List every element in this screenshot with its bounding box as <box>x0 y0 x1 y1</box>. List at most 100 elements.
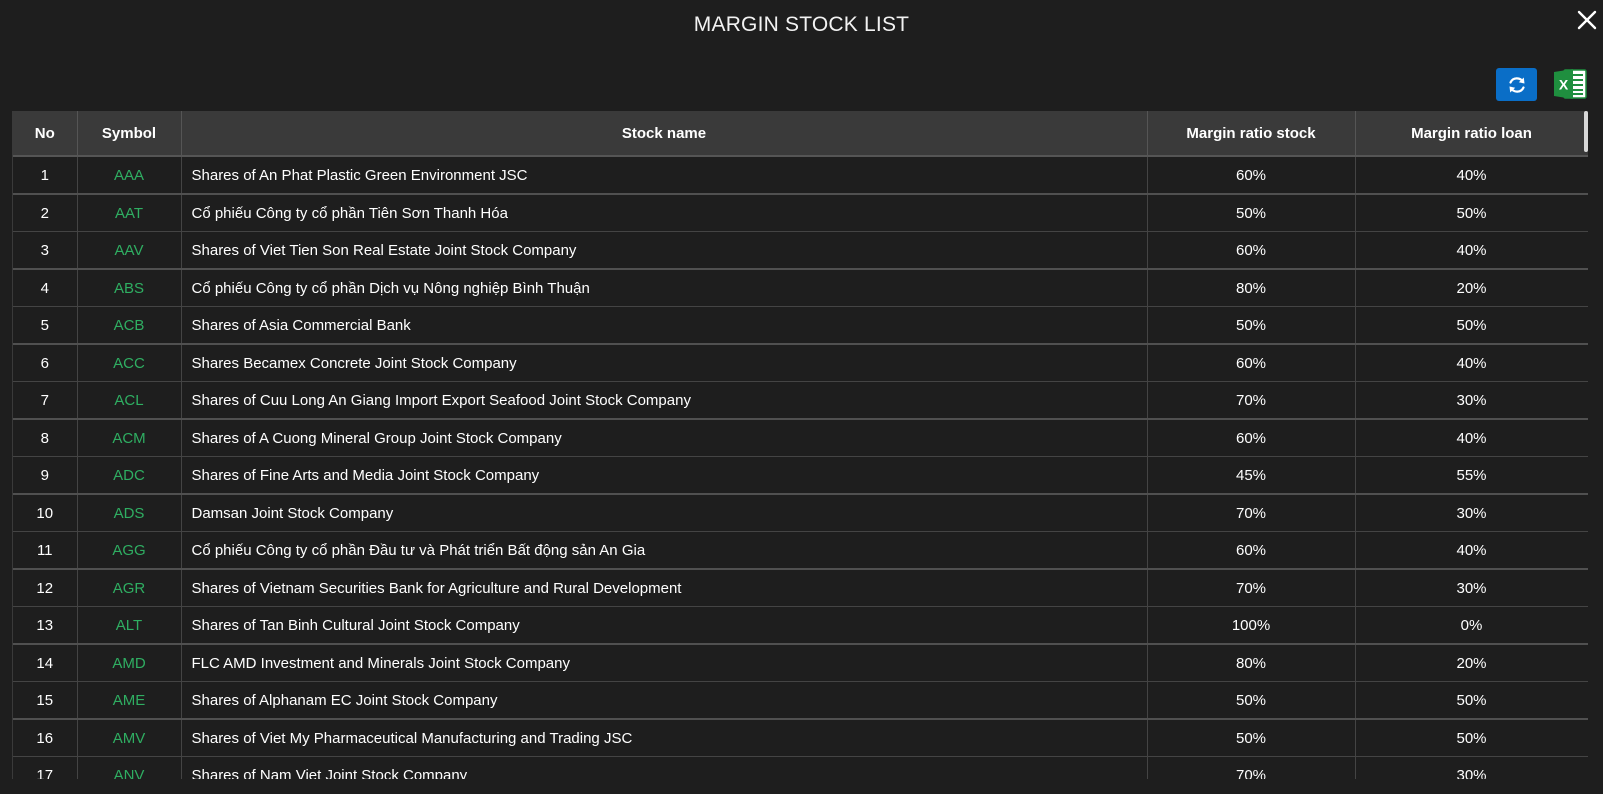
refresh-icon <box>1508 76 1525 93</box>
cell-stock-name: Shares of Alphanam EC Joint Stock Compan… <box>181 681 1148 720</box>
table-row[interactable]: 13 ALT Shares of Tan Binh Cultural Joint S… <box>13 606 1588 645</box>
table-row[interactable]: 2 AAT Cổ phiếu Công ty cổ phần Tiên Sơn Th… <box>13 194 1588 232</box>
cell-margin-ratio-loan: 20% <box>1355 644 1588 682</box>
table-row[interactable]: 1 AAA Shares of An Phat Plastic Green Envi… <box>13 156 1588 195</box>
cell-symbol[interactable]: ACC <box>77 344 182 382</box>
cell-margin-ratio-stock: 60% <box>1147 156 1356 195</box>
cell-no: 11 <box>13 531 78 570</box>
refresh-button[interactable] <box>1496 68 1537 101</box>
cell-margin-ratio-stock: 70% <box>1147 756 1356 779</box>
col-header-stock-name[interactable]: Stock name <box>181 111 1148 157</box>
table-row[interactable]: 10 ADS Damsan Joint Stock Company 70% 30% <box>13 494 1588 532</box>
cell-no: 2 <box>13 194 78 232</box>
cell-stock-name: Shares of Tan Binh Cultural Joint Stock … <box>181 606 1148 645</box>
cell-no: 7 <box>13 381 78 420</box>
col-header-margin-ratio-stock[interactable]: Margin ratio stock <box>1147 111 1356 157</box>
cell-margin-ratio-stock: 60% <box>1147 231 1356 270</box>
close-icon <box>1577 10 1597 30</box>
page-title: MARGIN STOCK LIST <box>693 13 910 36</box>
cell-symbol[interactable]: ADC <box>77 456 182 495</box>
cell-symbol[interactable]: ADS <box>77 494 182 532</box>
cell-margin-ratio-stock: 50% <box>1147 681 1356 720</box>
cell-no: 14 <box>13 644 78 682</box>
col-header-symbol[interactable]: Symbol <box>77 111 182 157</box>
close-button[interactable] <box>1574 7 1600 33</box>
cell-no: 12 <box>13 569 78 607</box>
cell-no: 8 <box>13 419 78 457</box>
cell-symbol[interactable]: ACM <box>77 419 182 457</box>
table-row[interactable]: 16 AMV Shares of Viet My Pharmaceutical Ma… <box>13 719 1588 757</box>
cell-margin-ratio-loan: 40% <box>1355 531 1588 570</box>
cell-margin-ratio-loan: 0% <box>1355 606 1588 645</box>
cell-margin-ratio-stock: 50% <box>1147 306 1356 345</box>
table-row[interactable]: 7 ACL Shares of Cuu Long An Giang Import E… <box>13 381 1588 420</box>
cell-symbol[interactable]: ANV <box>77 756 182 779</box>
cell-margin-ratio-stock: 60% <box>1147 419 1356 457</box>
table-row[interactable]: 14 AMD FLC AMD Investment and Minerals Joi… <box>13 644 1588 682</box>
cell-no: 1 <box>13 156 78 195</box>
cell-symbol[interactable]: ABS <box>77 269 182 307</box>
col-header-no[interactable]: No <box>13 111 78 157</box>
cell-symbol[interactable]: AAA <box>77 156 182 195</box>
table-row[interactable]: 11 AGG Cổ phiếu Công ty cổ phần Đầu tư và … <box>13 531 1588 570</box>
cell-stock-name: Shares of An Phat Plastic Green Environm… <box>181 156 1148 195</box>
cell-margin-ratio-stock: 70% <box>1147 494 1356 532</box>
table-row[interactable]: 17 ANV Shares of Nam Viet Joint Stock Comp… <box>13 756 1588 779</box>
cell-margin-ratio-loan: 40% <box>1355 419 1588 457</box>
cell-symbol[interactable]: AMV <box>77 719 182 757</box>
cell-symbol[interactable]: AAV <box>77 231 182 270</box>
cell-stock-name: Shares of Fine Arts and Media Joint Stoc… <box>181 456 1148 495</box>
cell-margin-ratio-loan: 40% <box>1355 344 1588 382</box>
cell-stock-name: Damsan Joint Stock Company <box>181 494 1148 532</box>
cell-stock-name: Shares of Cuu Long An Giang Import Expor… <box>181 381 1148 420</box>
cell-no: 3 <box>13 231 78 270</box>
table-row[interactable]: 8 ACM Shares of A Cuong Mineral Group Join… <box>13 419 1588 457</box>
table-row[interactable]: 4 ABS Cổ phiếu Công ty cổ phần Dịch vụ Nôn… <box>13 269 1588 307</box>
cell-margin-ratio-loan: 50% <box>1355 681 1588 720</box>
cell-no: 10 <box>13 494 78 532</box>
cell-symbol[interactable]: ACB <box>77 306 182 345</box>
cell-stock-name: Shares Becamex Concrete Joint Stock Comp… <box>181 344 1148 382</box>
cell-symbol[interactable]: ACL <box>77 381 182 420</box>
cell-no: 4 <box>13 269 78 307</box>
cell-stock-name: Cổ phiếu Công ty cổ phần Đầu tư và Phát … <box>181 531 1148 570</box>
col-header-margin-ratio-loan[interactable]: Margin ratio loan <box>1355 111 1588 157</box>
table-row[interactable]: 5 ACB Shares of Asia Commercial Bank 50% 50% <box>13 306 1588 345</box>
cell-stock-name: Shares of Nam Viet Joint Stock Company <box>181 756 1148 779</box>
cell-stock-name: FLC AMD Investment and Minerals Joint St… <box>181 644 1148 682</box>
excel-icon: X <box>1554 69 1587 99</box>
cell-margin-ratio-loan: 30% <box>1355 756 1588 779</box>
cell-margin-ratio-loan: 40% <box>1355 156 1588 195</box>
cell-no: 15 <box>13 681 78 720</box>
table-scrollbar[interactable] <box>1584 111 1588 152</box>
cell-symbol[interactable]: ALT <box>77 606 182 645</box>
cell-margin-ratio-stock: 70% <box>1147 569 1356 607</box>
cell-symbol[interactable]: AMD <box>77 644 182 682</box>
cell-symbol[interactable]: AAT <box>77 194 182 232</box>
cell-margin-ratio-stock: 45% <box>1147 456 1356 495</box>
cell-no: 6 <box>13 344 78 382</box>
cell-margin-ratio-stock: 70% <box>1147 381 1356 420</box>
cell-margin-ratio-stock: 60% <box>1147 344 1356 382</box>
cell-stock-name: Shares of Viet Tien Son Real Estate Join… <box>181 231 1148 270</box>
margin-stock-table: No Symbol Stock name Margin ratio stock … <box>12 111 1588 779</box>
cell-margin-ratio-stock: 80% <box>1147 269 1356 307</box>
cell-margin-ratio-stock: 100% <box>1147 606 1356 645</box>
cell-no: 17 <box>13 756 78 779</box>
cell-margin-ratio-stock: 50% <box>1147 719 1356 757</box>
table-row[interactable]: 12 AGR Shares of Vietnam Securities Bank f… <box>13 569 1588 607</box>
cell-margin-ratio-loan: 40% <box>1355 231 1588 270</box>
cell-margin-ratio-loan: 50% <box>1355 306 1588 345</box>
table-row[interactable]: 9 ADC Shares of Fine Arts and Media Joint … <box>13 456 1588 495</box>
table-row[interactable]: 6 ACC Shares Becamex Concrete Joint Stock … <box>13 344 1588 382</box>
cell-symbol[interactable]: AGG <box>77 531 182 570</box>
cell-stock-name: Cổ phiếu Công ty cổ phần Tiên Sơn Thanh … <box>181 194 1148 232</box>
svg-text:X: X <box>1559 77 1569 93</box>
cell-stock-name: Cổ phiếu Công ty cổ phần Dịch vụ Nông ng… <box>181 269 1148 307</box>
export-excel-button[interactable]: X <box>1552 66 1588 102</box>
table-row[interactable]: 3 AAV Shares of Viet Tien Son Real Estate … <box>13 231 1588 270</box>
cell-symbol[interactable]: AGR <box>77 569 182 607</box>
table-row[interactable]: 15 AME Shares of Alphanam EC Joint Stock C… <box>13 681 1588 720</box>
cell-margin-ratio-loan: 30% <box>1355 381 1588 420</box>
cell-symbol[interactable]: AME <box>77 681 182 720</box>
